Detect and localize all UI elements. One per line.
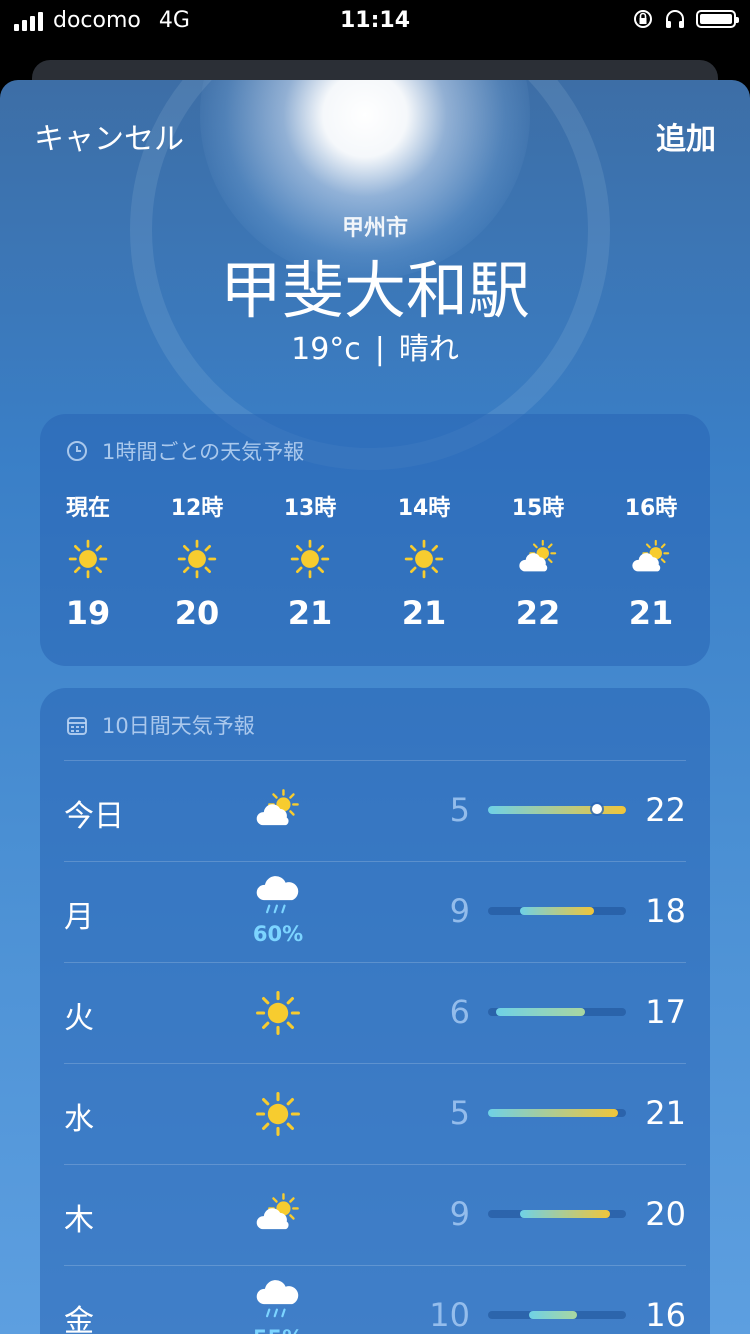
temperature-range-track [488, 804, 626, 814]
orientation-lock-icon [634, 10, 652, 28]
temperature-range-track [488, 1210, 626, 1218]
hourly-item: 12時 20 [147, 490, 247, 632]
precipitation-chance: 55% [240, 1326, 316, 1334]
day-label: 金 [64, 1304, 94, 1334]
temperature-range-bar [488, 1109, 618, 1117]
cancel-button[interactable]: キャンセル [34, 114, 184, 158]
headphones-icon [666, 10, 684, 28]
daily-row[interactable]: 水 5 21 [64, 1063, 686, 1164]
day-label: 火 [64, 1001, 94, 1036]
weather-sheet: キャンセル 追加 甲州市 甲斐大和駅 19°c | 晴れ 1時間ごとの天気予報 現在… [0, 80, 750, 1334]
high-temperature: 22 [645, 791, 686, 829]
temperature-range-bar [488, 806, 626, 814]
region-label: 甲州市 [341, 216, 408, 241]
daily-row[interactable]: 今日 5 22 [64, 760, 686, 861]
low-temperature: 5 [449, 1094, 470, 1132]
high-temperature: 16 [645, 1296, 686, 1334]
high-temperature: 20 [645, 1195, 686, 1233]
hourly-title: 1時間ごとの天気予報 [102, 440, 305, 464]
low-temperature: 6 [449, 993, 470, 1031]
day-label: 水 [64, 1102, 94, 1137]
high-temperature: 17 [645, 993, 686, 1031]
rain-icon [250, 1278, 306, 1330]
day-label: 木 [64, 1203, 94, 1238]
daily-row[interactable]: 月 60% 9 18 [64, 861, 686, 962]
current-temperature-dot [592, 804, 602, 814]
hour-temperature: 22 [515, 594, 561, 632]
hour-label: 16時 [624, 496, 678, 521]
hour-label: 現在 [65, 496, 110, 521]
daily-forecast-card[interactable]: 10日間天気予報 今日 5 22 月 60% 9 18 火 6 17 水 5 2… [40, 688, 710, 1334]
clock-icon [67, 441, 87, 461]
partly-cloudy-icon [250, 787, 306, 839]
sun-icon [374, 530, 474, 588]
hour-temperature: 20 [174, 594, 220, 632]
temperature-range-bar [520, 1210, 610, 1218]
partly-cloudy-icon [601, 530, 701, 588]
hour-label: 14時 [397, 496, 451, 521]
hourly-item: 16時 21 [601, 490, 701, 632]
low-temperature: 5 [449, 791, 470, 829]
low-temperature: 9 [449, 892, 470, 930]
sun-icon [38, 530, 138, 588]
partly-cloudy-icon [250, 1191, 306, 1243]
hourly-item: 現在 19 [38, 490, 138, 632]
temperature-range-track [488, 1008, 626, 1016]
temperature-range-bar [520, 907, 594, 915]
hour-temperature: 21 [287, 594, 333, 632]
hourly-forecast-card[interactable]: 1時間ごとの天気予報 現在 19 12時 20 13時 21 14時 21 15時 22… [40, 414, 710, 666]
calendar-icon [67, 717, 87, 735]
precipitation-chance: 60% [252, 922, 304, 946]
sun-icon [260, 530, 360, 588]
temperature-range-track [488, 1311, 626, 1319]
hour-temperature: 21 [628, 594, 674, 632]
hour-label: 12時 [170, 496, 224, 521]
hour-label: 13時 [283, 496, 337, 521]
temperature-range-track [488, 907, 626, 915]
hourly-item: 13時 21 [260, 490, 360, 632]
current-conditions: 19°c | 晴れ [0, 324, 750, 368]
sun-icon [147, 530, 247, 588]
hour-temperature: 19 [65, 594, 111, 632]
daily-row[interactable]: 金 55% 10 16 [64, 1265, 686, 1334]
daily-row[interactable]: 木 9 20 [64, 1164, 686, 1265]
temperature-range-bar [528, 1311, 578, 1319]
daily-title: 10日間天気予報 [102, 714, 255, 738]
high-temperature: 21 [645, 1094, 686, 1132]
day-label: 月 [64, 900, 94, 935]
sun-icon [250, 989, 306, 1041]
location-name: 甲斐大和駅 [219, 254, 530, 327]
add-button[interactable]: 追加 [656, 114, 716, 158]
sun-icon [250, 1090, 306, 1142]
conditions-separator: | [374, 332, 385, 367]
temperature-range-track [488, 1109, 626, 1117]
hour-label: 15時 [511, 496, 565, 521]
hourly-item: 15時 22 [488, 490, 588, 632]
hourly-item: 14時 21 [374, 490, 474, 632]
low-temperature: 10 [429, 1296, 470, 1334]
low-temperature: 9 [449, 1195, 470, 1233]
battery-icon [696, 10, 739, 28]
high-temperature: 18 [645, 892, 686, 930]
current-condition: 晴れ [398, 332, 459, 367]
current-temperature: 19°c [291, 332, 361, 367]
partly-cloudy-icon [488, 530, 588, 588]
hour-temperature: 21 [401, 594, 447, 632]
day-label: 今日 [64, 799, 124, 834]
status-bar: docomo 4G 11:14 [0, 0, 750, 42]
daily-row[interactable]: 火 6 17 [64, 962, 686, 1063]
rain-icon [250, 874, 306, 926]
temperature-range-bar [496, 1008, 586, 1016]
